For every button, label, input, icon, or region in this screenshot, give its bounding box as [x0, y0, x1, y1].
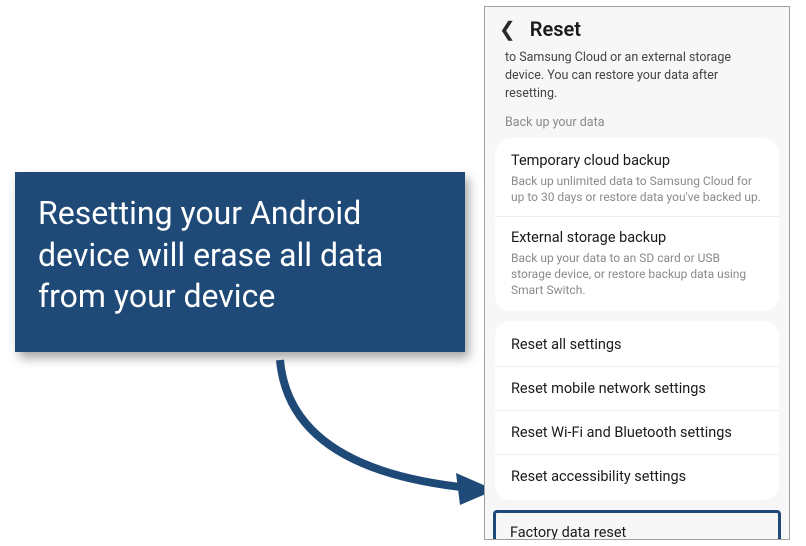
item-temporary-cloud-backup[interactable]: Temporary cloud backup Back up unlimited…	[495, 140, 779, 216]
item-title: Reset Wi-Fi and Bluetooth settings	[511, 424, 763, 441]
phone-screenshot: ❮ Reset to Samsung Cloud or an external …	[484, 6, 790, 540]
item-title: Temporary cloud backup	[511, 151, 763, 171]
back-icon[interactable]: ❮	[499, 19, 516, 39]
item-title: Reset mobile network settings	[511, 380, 763, 397]
item-reset-accessibility[interactable]: Reset accessibility settings	[495, 454, 779, 498]
item-title: Factory data reset	[510, 523, 764, 540]
intro-text: to Samsung Cloud or an external storage …	[485, 47, 789, 109]
item-reset-wifi-bluetooth[interactable]: Reset Wi-Fi and Bluetooth settings	[495, 410, 779, 454]
callout-text: Resetting your Android device will erase…	[38, 193, 442, 318]
item-reset-mobile-network[interactable]: Reset mobile network settings	[495, 366, 779, 410]
item-factory-data-reset[interactable]: Factory data reset Reset your phone to i…	[493, 510, 781, 540]
item-title: Reset accessibility settings	[511, 468, 763, 485]
item-external-storage-backup[interactable]: External storage backup Back up your dat…	[495, 216, 779, 309]
reset-card: Reset all settings Reset mobile network …	[495, 321, 779, 500]
item-title: Reset all settings	[511, 336, 763, 353]
callout-box: Resetting your Android device will erase…	[15, 172, 465, 352]
page-title: Reset	[530, 17, 581, 41]
item-reset-all-settings[interactable]: Reset all settings	[495, 323, 779, 366]
item-desc: Back up your data to an SD card or USB s…	[511, 250, 763, 299]
section-label-backup: Back up your data	[485, 109, 789, 138]
item-title: External storage backup	[511, 228, 763, 248]
backup-card: Temporary cloud backup Back up unlimited…	[495, 138, 779, 311]
item-desc: Back up unlimited data to Samsung Cloud …	[511, 173, 763, 205]
phone-header: ❮ Reset	[485, 7, 789, 47]
